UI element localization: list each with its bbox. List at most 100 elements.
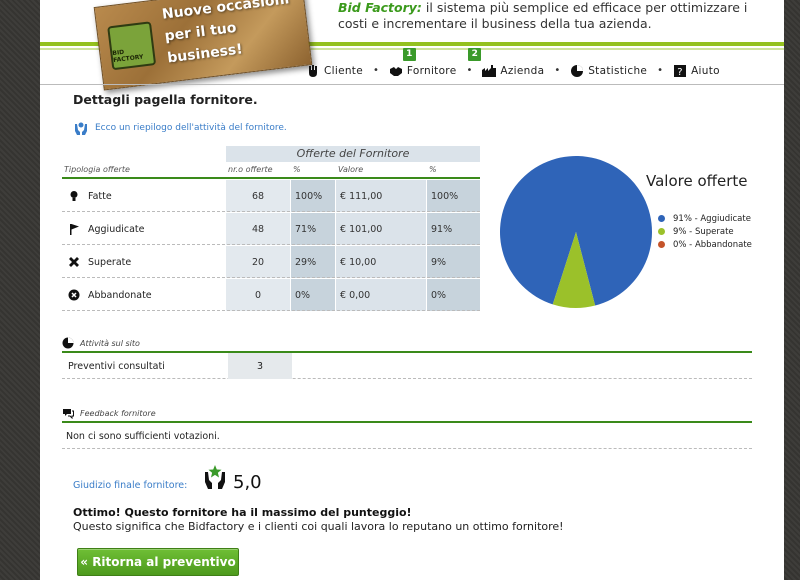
legend-swatch bbox=[658, 228, 665, 235]
pie-chart bbox=[500, 155, 652, 308]
legend-label: 9% - Superate bbox=[673, 226, 734, 237]
row-label: Aggiudicate bbox=[88, 223, 145, 235]
back-to-quote-button[interactable]: « Ritorna al preventivo bbox=[77, 548, 239, 576]
supplier-hands-icon bbox=[75, 122, 87, 135]
nav-fornitore[interactable]: 1 Fornitore bbox=[383, 48, 463, 82]
cell-pct: 0% bbox=[291, 279, 335, 311]
legend-label: 91% - Aggiudicate bbox=[673, 213, 751, 224]
nav-azienda[interactable]: 2 Azienda bbox=[468, 48, 550, 82]
header: BID FACTORY Nuove occasioni per il tuo b… bbox=[40, 0, 784, 91]
nav-cliente[interactable]: Cliente bbox=[300, 64, 369, 82]
nav-separator: • bbox=[657, 65, 664, 76]
verdict-text: Questo significa che Bidfactory e i clie… bbox=[73, 520, 564, 533]
factory-icon bbox=[482, 65, 497, 77]
nav-label: Azienda bbox=[500, 65, 545, 77]
table-row: Fatte 68 100% € 111,00 100% bbox=[62, 180, 480, 212]
final-judgement-label: Giudizio finale fornitore: bbox=[73, 480, 188, 491]
nav-badge: 2 bbox=[468, 48, 482, 61]
row-label: Superate bbox=[88, 256, 132, 268]
flag-icon bbox=[70, 224, 79, 235]
logo-badge-text: BID FACTORY bbox=[112, 48, 144, 65]
activity-label: Preventivi consultati bbox=[68, 360, 165, 372]
intro-text: Ecco un riepilogo dell'attività del forn… bbox=[95, 123, 287, 133]
col-header-pct: % bbox=[293, 165, 301, 174]
cell-count: 48 bbox=[226, 213, 290, 245]
nav-aiuto[interactable]: ? Aiuto bbox=[667, 64, 726, 82]
legend-swatch bbox=[658, 241, 665, 248]
cell-pct: 100% bbox=[291, 180, 335, 212]
row-label: Abbandonate bbox=[88, 289, 152, 301]
cell-count: 68 bbox=[226, 180, 290, 212]
cancel-circle-icon bbox=[68, 289, 80, 301]
pie-icon bbox=[62, 337, 74, 349]
nav-label: Aiuto bbox=[691, 65, 720, 77]
activity-value: 3 bbox=[228, 353, 292, 379]
cell-count: 20 bbox=[226, 246, 290, 278]
col-header-count: nr.o offerte bbox=[228, 165, 273, 174]
cell-value-pct: 9% bbox=[427, 246, 480, 278]
nav-separator: • bbox=[554, 65, 561, 76]
cell-value-pct: 91% bbox=[427, 213, 480, 245]
col-header-type: Tipologia offerte bbox=[64, 165, 130, 174]
chart-legend: 91% - Aggiudicate 9% - Superate 0% - Abban… bbox=[658, 212, 752, 251]
col-header-value-pct: % bbox=[429, 165, 437, 174]
nav-label: Cliente bbox=[324, 65, 363, 77]
cell-value: € 0,00 bbox=[336, 279, 426, 311]
nav-label: Fornitore bbox=[406, 65, 457, 77]
help-icon: ? bbox=[674, 65, 687, 78]
legend-item: 9% - Superate bbox=[658, 225, 752, 238]
nav-divider bbox=[40, 84, 784, 85]
logo-slogan: Nuove occasioni per il tuo business! bbox=[161, 0, 308, 69]
background-left bbox=[0, 0, 40, 580]
brand-name: Bid Factory: bbox=[338, 0, 422, 15]
legend-swatch bbox=[658, 215, 665, 222]
feedback-row: Non ci sono sufficienti votazioni. bbox=[62, 423, 752, 449]
table-row: Aggiudicate 48 71% € 101,00 91% bbox=[62, 213, 480, 245]
cell-pct: 71% bbox=[291, 213, 335, 245]
row-label: Fatte bbox=[88, 190, 112, 202]
bulb-icon bbox=[70, 191, 78, 201]
cell-value-pct: 0% bbox=[427, 279, 480, 311]
cell-value: € 10,00 bbox=[336, 246, 426, 278]
page-title: Dettagli pagella fornitore. bbox=[73, 92, 258, 107]
col-header-value: Valore bbox=[338, 165, 364, 174]
speech-bubble-icon bbox=[63, 409, 74, 419]
tagline: Bid Factory: il sistema più semplice ed … bbox=[338, 0, 778, 32]
table-row: Abbandonate 0 0% € 0,00 0% bbox=[62, 279, 480, 311]
cell-value: € 101,00 bbox=[336, 213, 426, 245]
legend-item: 0% - Abbandonate bbox=[658, 238, 752, 251]
svg-text:?: ? bbox=[677, 67, 683, 78]
cell-pct: 29% bbox=[291, 246, 335, 278]
legend-item: 91% - Aggiudicate bbox=[658, 212, 752, 225]
feedback-text: Non ci sono sufficienti votazioni. bbox=[66, 430, 220, 442]
nav-separator: • bbox=[372, 65, 379, 76]
activity-header-text: Attività sul sito bbox=[80, 338, 140, 348]
feedback-section-header: Feedback fornitore bbox=[62, 404, 752, 422]
header-divider bbox=[62, 177, 480, 179]
logo[interactable]: BID FACTORY Nuove occasioni per il tuo b… bbox=[93, 0, 313, 91]
main-nav: Cliente • 1 Fornitore • 2 Azienda • Stat… bbox=[300, 48, 780, 82]
offers-group-header: Offerte del Fornitore bbox=[226, 146, 480, 162]
activity-section-header: Attività sul sito bbox=[62, 334, 752, 352]
verdict-title: Ottimo! Questo fornitore ha il massimo d… bbox=[73, 506, 412, 519]
nav-badge: 1 bbox=[402, 48, 416, 61]
hand-icon bbox=[309, 65, 317, 77]
cell-value: € 111,00 bbox=[336, 180, 426, 212]
nav-separator: • bbox=[466, 65, 473, 76]
page-container: BID FACTORY Nuove occasioni per il tuo b… bbox=[40, 0, 784, 580]
crossed-icon bbox=[69, 257, 79, 267]
feedback-header-text: Feedback fornitore bbox=[80, 408, 156, 418]
activity-row: Preventivi consultati 3 bbox=[62, 353, 752, 379]
cell-count: 0 bbox=[226, 279, 290, 311]
intro-note: Ecco un riepilogo dell'attività del forn… bbox=[73, 120, 287, 136]
handshake-icon bbox=[389, 65, 402, 76]
nav-statistiche[interactable]: Statistiche bbox=[564, 64, 653, 82]
nav-label: Statistiche bbox=[588, 65, 648, 77]
factory-logo-icon: BID FACTORY bbox=[107, 21, 157, 71]
table-row: Superate 20 29% € 10,00 9% bbox=[62, 246, 480, 278]
cell-value-pct: 100% bbox=[427, 180, 480, 212]
final-judgement-value: 5,0 bbox=[233, 472, 262, 493]
chart-title: Valore offerte bbox=[646, 172, 748, 190]
star-hands-icon bbox=[205, 465, 225, 489]
pie-icon bbox=[571, 65, 584, 77]
